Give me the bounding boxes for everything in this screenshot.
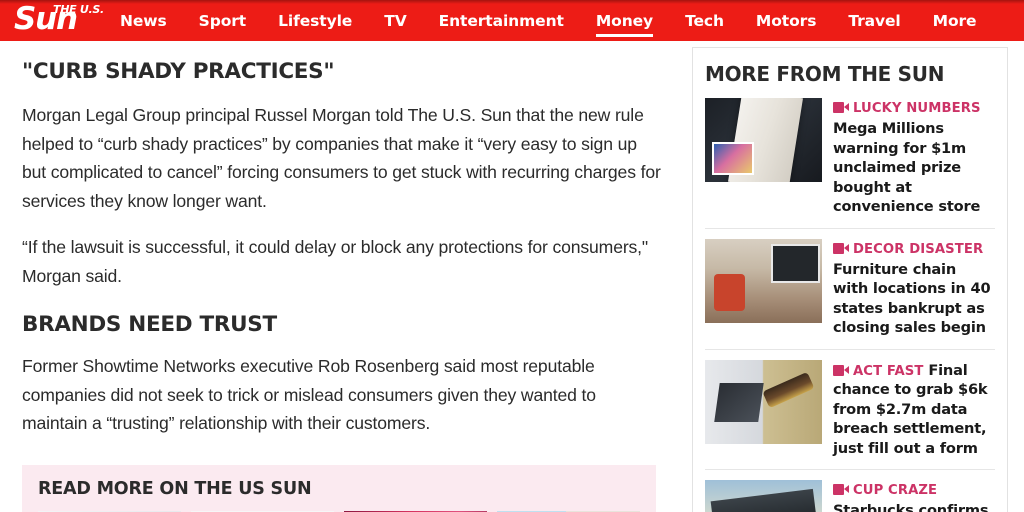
story-text: LUCKY NUMBERS Mega Millions warning for $…: [833, 98, 995, 217]
story-text: DECOR DISASTER Furniture chain with locat…: [833, 239, 995, 338]
article-paragraph-2: “If the lawsuit is successful, it could …: [22, 237, 649, 286]
logo-wrap: Sun THE U.S.: [14, 3, 104, 39]
thumbnail-image: [705, 238, 822, 323]
nav-item-lifestyle[interactable]: Lifestyle: [262, 0, 368, 41]
story-thumbnail: [705, 359, 822, 444]
article-paragraph-1: Morgan Legal Group principal Russel Morg…: [22, 105, 661, 211]
nav-item-travel[interactable]: Travel: [832, 0, 916, 41]
sidebar: MORE FROM THE SUN LUCKY NUMBERS Mega Mill…: [686, 41, 1024, 512]
story-headline: Furniture chain with locations in 40 sta…: [833, 260, 991, 337]
read-more-title: READ MORE ON THE US SUN: [38, 479, 312, 499]
story-headline: Starbucks confirms: [833, 502, 989, 512]
story-text: ACT FAST Final chance to grab $6k from $…: [833, 360, 995, 459]
story-thumbnail: [705, 98, 822, 182]
story-thumbnail: [705, 480, 822, 512]
story-kicker-label: LUCKY NUMBERS: [853, 101, 981, 116]
nav-item-money[interactable]: Money: [580, 0, 669, 41]
video-camera-icon: [833, 364, 849, 376]
article-column: "CURB SHADY PRACTICES" Morgan Legal Grou…: [0, 41, 686, 512]
thumbnail-image: [705, 98, 822, 182]
thumbnail-inset-image: [712, 141, 755, 176]
site-logo[interactable]: Sun THE U.S.: [0, 0, 104, 41]
sidebar-story-item[interactable]: CUP CRAZE Starbucks confirms: [705, 469, 995, 512]
story-kicker-label: CUP CRAZE: [853, 483, 938, 498]
story-thumbnail: [705, 238, 822, 323]
story-kicker-label: DECOR DISASTER: [853, 241, 984, 257]
video-camera-icon: [833, 484, 849, 495]
story-kicker: DECOR DISASTER: [833, 242, 983, 257]
more-from-the-sun-card: MORE FROM THE SUN LUCKY NUMBERS Mega Mill…: [692, 47, 1008, 512]
sidebar-story-item[interactable]: LUCKY NUMBERS Mega Millions warning for $…: [705, 98, 995, 228]
nav-item-motors[interactable]: Motors: [740, 0, 832, 41]
story-kicker: LUCKY NUMBERS: [833, 101, 981, 116]
nav-item-news[interactable]: News: [104, 0, 183, 41]
site-header: Sun THE U.S. News Sport Lifestyle TV Enterta…: [0, 0, 1024, 41]
story-headline: Mega Millions warning for $1m unclaimed …: [833, 120, 981, 215]
thumbnail-image: [705, 359, 822, 444]
sidebar-story-item[interactable]: ACT FAST Final chance to grab $6k from $…: [705, 348, 995, 470]
nav-item-tech[interactable]: Tech: [669, 0, 740, 41]
story-text: CUP CRAZE Starbucks confirms: [833, 480, 995, 512]
main-navigation: News Sport Lifestyle TV Entertainment Money Te…: [104, 0, 1024, 41]
story-kicker: CUP CRAZE: [833, 483, 937, 498]
nav-item-tv[interactable]: TV: [368, 0, 422, 41]
sidebar-story-item[interactable]: DECOR DISASTER Furniture chain with locat…: [705, 227, 995, 349]
article-subheading-1: "CURB SHADY PRACTICES": [22, 59, 335, 84]
video-camera-icon: [833, 242, 849, 254]
article-subheading-2: BRANDS NEED TRUST: [22, 312, 277, 337]
thumbnail-image: [705, 480, 822, 512]
nav-item-entertainment[interactable]: Entertainment: [423, 0, 580, 41]
sidebar-title: MORE FROM THE SUN: [705, 62, 945, 86]
story-kicker-label: ACT FAST: [853, 363, 924, 379]
logo-superscript: THE U.S.: [53, 2, 104, 16]
page-body: "CURB SHADY PRACTICES" Morgan Legal Grou…: [0, 41, 1024, 512]
sidebar-story-list: LUCKY NUMBERS Mega Millions warning for $…: [705, 98, 995, 512]
video-camera-icon: [833, 102, 849, 113]
story-kicker: ACT FAST: [833, 364, 923, 379]
nav-item-more[interactable]: More: [917, 0, 993, 41]
article-paragraph-3: Former Showtime Networks executive Rob R…: [22, 356, 596, 433]
read-more-box: READ MORE ON THE US SUN: [22, 465, 656, 512]
nav-item-sport[interactable]: Sport: [183, 0, 262, 41]
